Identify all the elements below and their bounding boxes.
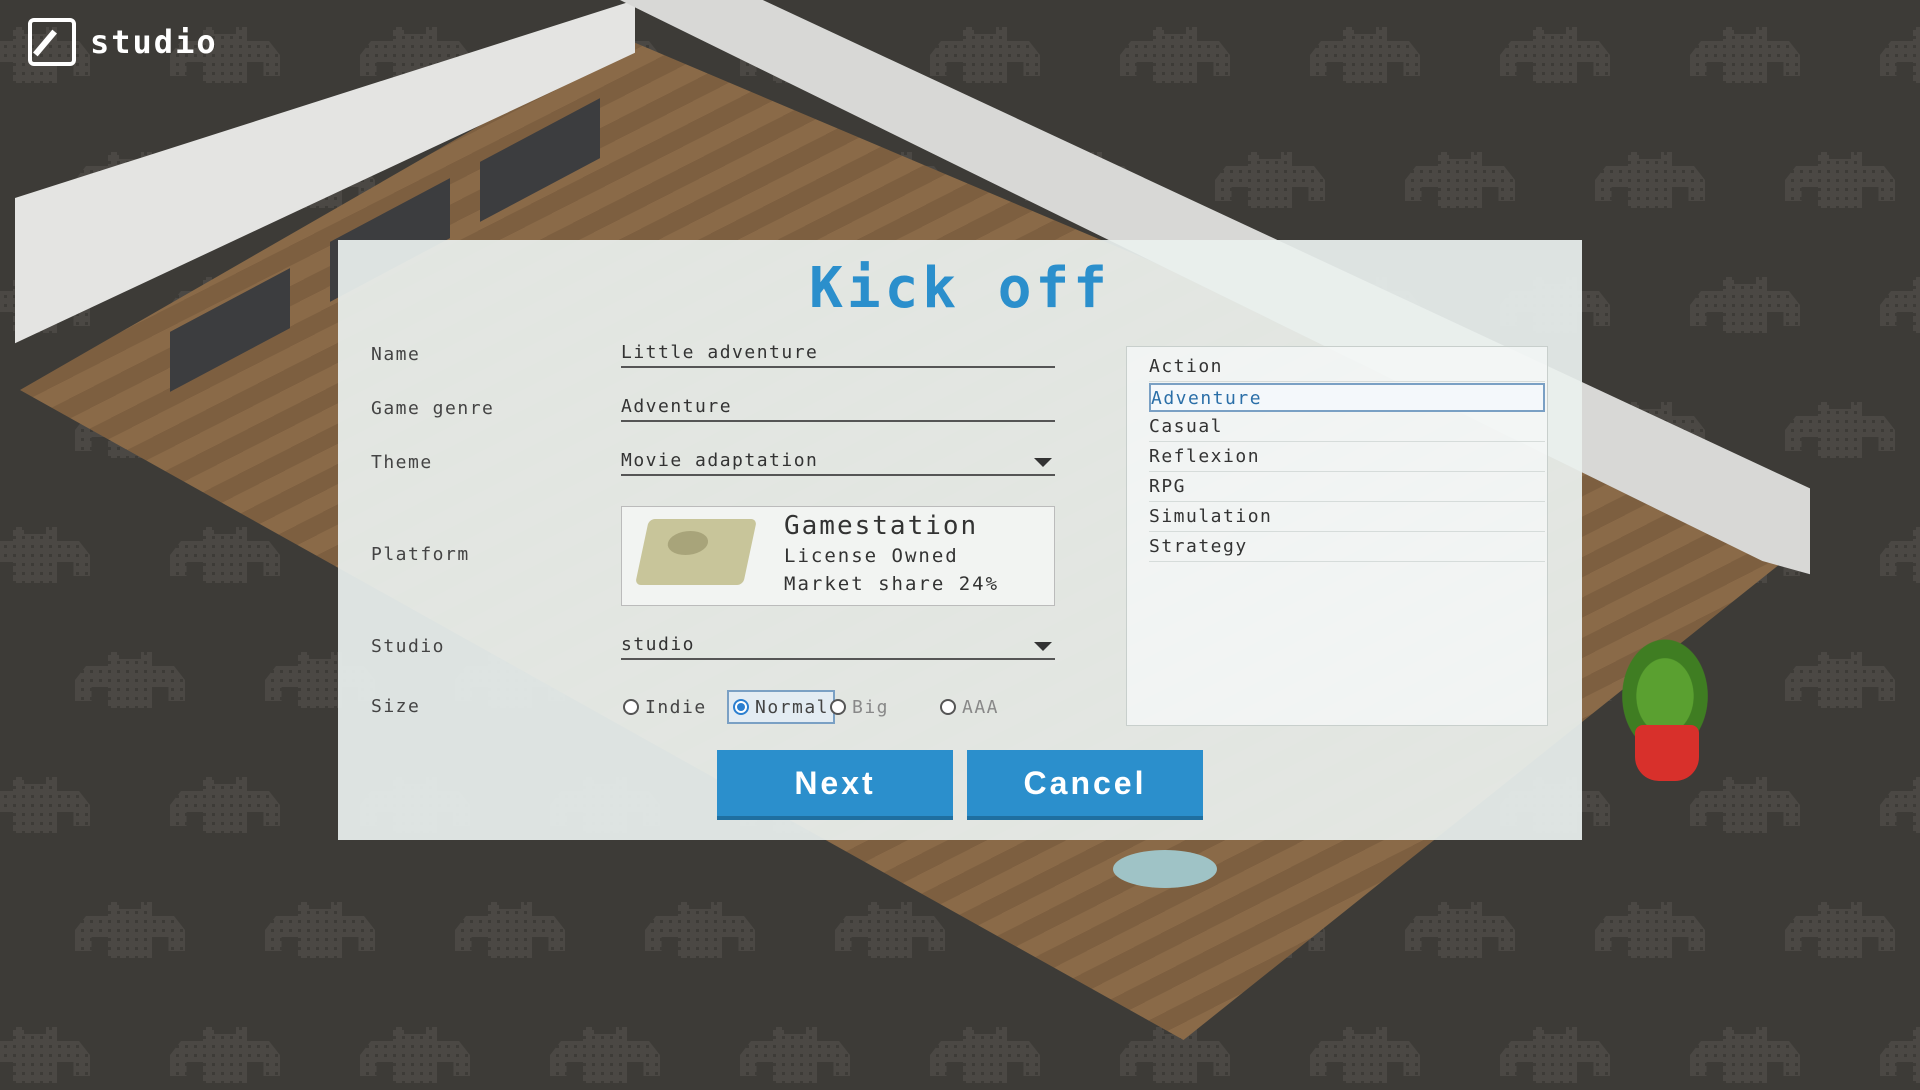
invader-pattern-tile [1500,27,1610,83]
plant-icon [1615,630,1715,740]
studio-logo[interactable]: studio [28,18,218,66]
size-radio-normal[interactable]: Normal [727,690,836,724]
invader-pattern-tile [265,902,375,958]
edit-icon [28,18,76,66]
radio-icon [623,699,639,715]
dialog-title: Kick off [809,256,1111,321]
invader-pattern-tile [1880,27,1920,83]
size-option-label: AAA [962,696,1000,718]
genre-item-simulation[interactable]: Simulation [1149,503,1545,532]
next-button[interactable]: Next [717,750,953,820]
invader-pattern-tile [170,777,280,833]
genre-item-action[interactable]: Action [1149,353,1545,382]
size-radio-big[interactable]: Big [826,690,893,724]
size-label: Size [371,696,421,717]
name-label: Name [371,344,421,365]
invader-pattern-tile [170,527,280,583]
genre-item-strategy[interactable]: Strategy [1149,533,1545,562]
invader-pattern-tile [1690,277,1800,333]
theme-select[interactable]: Movie adaptation [621,448,1055,476]
theme-label: Theme [371,452,433,473]
invader-pattern-tile [835,902,945,958]
genre-list: Action Adventure Casual Reflexion RPG Si… [1126,346,1548,726]
size-option-label: Big [852,696,890,718]
studio-value: studio [621,634,696,655]
game-console-icon [634,519,758,585]
invader-pattern-tile [1310,27,1420,83]
studio-select[interactable]: studio [621,632,1055,660]
platform-license: License Owned [784,545,959,567]
genre-item-adventure[interactable]: Adventure [1149,383,1545,412]
invader-pattern-tile [1880,277,1920,333]
platform-name: Gamestation [784,511,979,541]
size-option-label: Indie [645,696,707,718]
radio-icon [940,699,956,715]
coffee-table [1113,850,1217,888]
theme-value: Movie adaptation [621,450,819,471]
invader-pattern-tile [1690,27,1800,83]
platform-card[interactable]: Gamestation License Owned Market share 2… [621,506,1055,606]
genre-field[interactable]: Adventure [621,394,1055,422]
invader-pattern-tile [455,902,565,958]
chevron-down-icon [1034,458,1052,467]
invader-pattern-tile [1785,652,1895,708]
invader-pattern-tile [0,527,90,583]
genre-item-rpg[interactable]: RPG [1149,473,1545,502]
size-option-label: Normal [755,696,830,718]
invader-pattern-tile [1405,152,1515,208]
invader-pattern-tile [1880,527,1920,583]
radio-icon [830,699,846,715]
kick-off-dialog: Kick off Name Little adventure Game genr… [338,240,1582,840]
genre-label: Game genre [371,398,495,419]
cancel-button[interactable]: Cancel [967,750,1203,820]
genre-item-reflexion[interactable]: Reflexion [1149,443,1545,472]
plant-pot [1635,725,1699,781]
studio-label: Studio [371,636,446,657]
invader-pattern-tile [1690,777,1800,833]
size-radio-indie[interactable]: Indie [619,690,711,724]
invader-pattern-tile [1785,902,1895,958]
invader-pattern-tile [0,777,90,833]
invader-pattern-tile [645,902,755,958]
invader-pattern-tile [75,652,185,708]
platform-label: Platform [371,544,470,565]
console-disc-lid [665,531,711,555]
invader-pattern-tile [1215,152,1325,208]
invader-pattern-tile [1785,152,1895,208]
invader-pattern-tile [1120,27,1230,83]
genre-item-casual[interactable]: Casual [1149,413,1545,442]
logo-text: studio [90,23,218,61]
size-radio-aaa[interactable]: AAA [936,690,1003,724]
chevron-down-icon [1034,642,1052,651]
invader-pattern-tile [1405,902,1515,958]
invader-pattern-tile [930,27,1040,83]
invader-pattern-tile [75,902,185,958]
invader-pattern-tile [1595,152,1705,208]
invader-pattern-tile [1785,402,1895,458]
invader-pattern-tile [1880,777,1920,833]
invader-pattern-tile [1595,902,1705,958]
name-input[interactable]: Little adventure [621,340,1055,368]
platform-market-share: Market share 24% [784,573,1000,595]
radio-selected-icon [733,699,749,715]
